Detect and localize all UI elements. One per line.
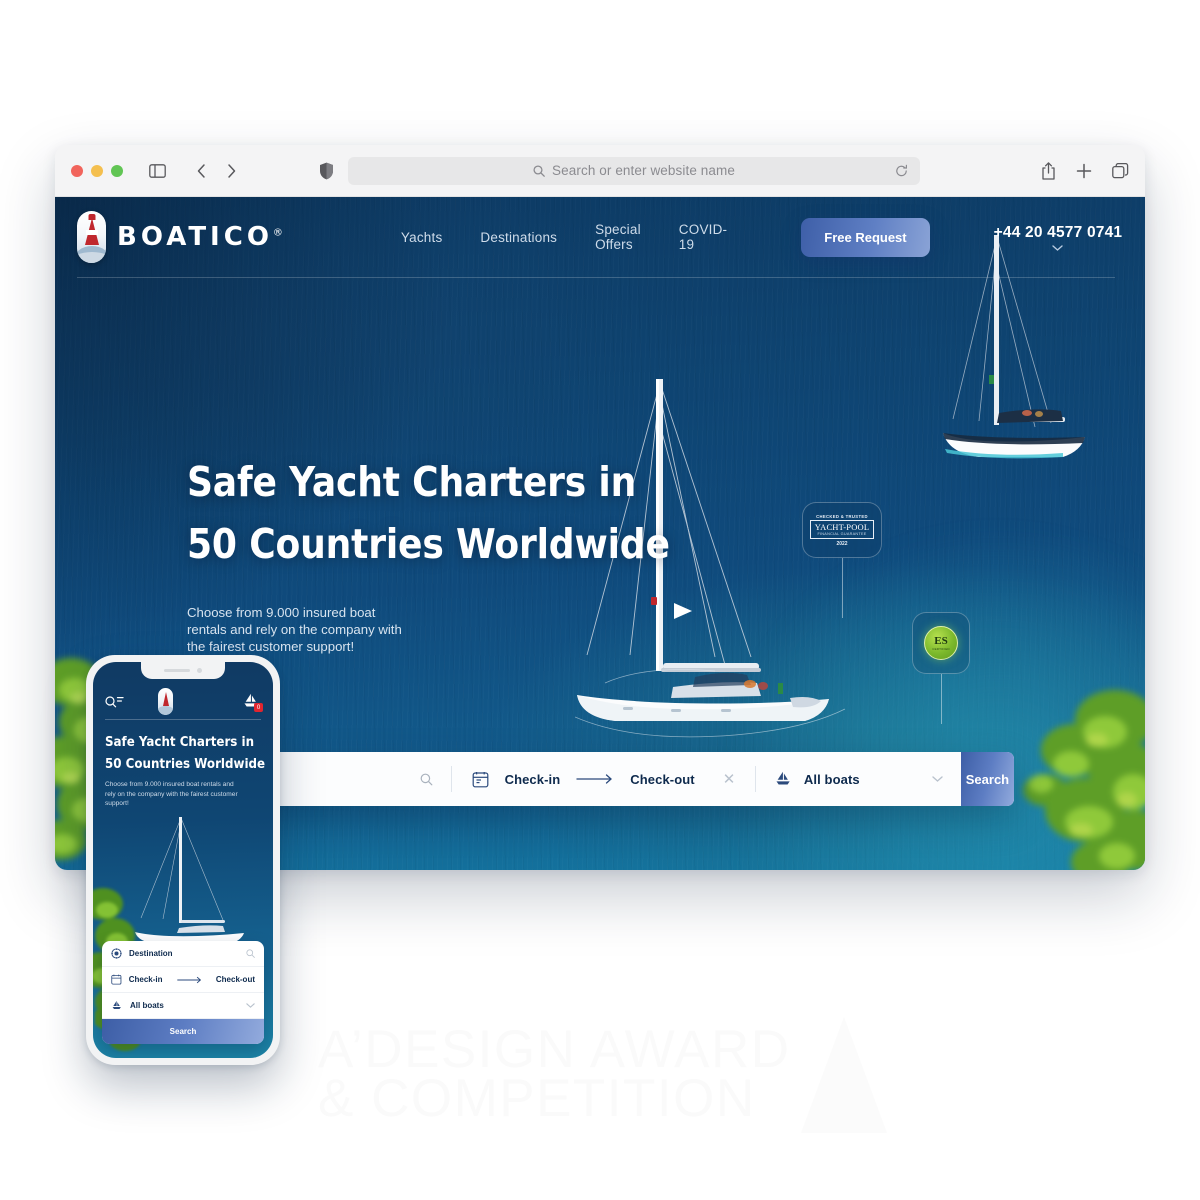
nav-item-destinations[interactable]: Destinations [480,230,557,245]
sailboat-icon-filter [776,771,790,785]
nav-item-special-offers[interactable]: Special Offers [595,222,641,252]
hero-headline-line-2: 50 Countries Worldwide [187,519,670,568]
phone-header-separator [105,719,261,720]
phone-location-icon [111,948,122,959]
search-icon-destination [420,773,433,785]
phone-logo-icon[interactable] [158,687,174,715]
es-certification-badge[interactable]: ES CERTIFIED [912,612,970,674]
phone-subtitle: Choose from 9.000 insured boat rentals a… [105,781,238,808]
adesign-award-watermark: A’DESIGN AWARD & COMPETITION [318,1015,887,1135]
phone-checkin-label: Check-in [128,975,163,984]
boat-type-label: All boats [803,771,860,787]
watermark-line-1: A’DESIGN AWARD [318,1020,791,1080]
phone-cart-count-badge: 0 [253,703,263,712]
phone-headline-line-2: 50 Countries Worldwide [105,756,266,772]
site-logo[interactable]: BOATICO® [77,211,283,263]
dates-field[interactable]: Check-in Check-out ✕ [452,752,756,806]
phone-number-dropdown[interactable]: +44 20 4577 0741 [994,224,1123,251]
yachtpool-badge-top: CHECKED & TRUSTED [816,513,868,519]
phone-screen: 0 Safe Yacht Charters in 50 Countries Wo… [93,662,273,1058]
sidebar-icon[interactable] [143,158,171,184]
hero-search-bar: Destination Check-in Check-out ✕ [186,752,1014,806]
screenshot-root: A’DESIGN AWARD & COMPETITION Search or e… [0,0,1200,1200]
address-bar-placeholder: Search or enter website name [552,163,735,178]
forward-arrow-icon[interactable] [217,158,245,184]
phone-sailboat-filter-icon [112,1000,121,1009]
plus-icon[interactable] [1076,163,1092,179]
watermark-line-2: & COMPETITION [318,1069,756,1128]
yachtpool-badge-year: 2022 [836,540,848,547]
phone-header: 0 [93,684,273,718]
share-icon[interactable] [1041,161,1056,180]
chevron-down-icon-boats [932,776,943,782]
phone-mockup: 0 Safe Yacht Charters in 50 Countries Wo… [86,655,280,1065]
phone-menu-search-icon[interactable] [105,695,124,708]
yachtpool-badge-stem [842,558,843,618]
phone-search-icon [246,949,255,958]
phone-notch [141,662,225,679]
phone-calendar-icon [111,974,122,985]
phone-boat-type-label: All boats [130,1001,164,1010]
yachtpool-badge[interactable]: CHECKED & TRUSTED YACHT-POOL FINANCIAL G… [802,502,882,558]
tabs-icon[interactable] [1112,162,1129,179]
phone-search-button[interactable]: Search [102,1019,264,1044]
brand-name: BOATICO® [117,222,283,252]
phone-headline: Safe Yacht Charters in 50 Countries Worl… [105,732,265,776]
browser-toolbar: Search or enter website name [55,145,1145,197]
boat-type-field[interactable]: All boats [756,752,961,806]
brand-registered-mark: ® [272,227,283,239]
back-arrow-icon[interactable] [187,158,215,184]
nav-item-yachts[interactable]: Yachts [401,230,442,245]
es-badge-stem [941,674,942,724]
clear-dates-icon[interactable]: ✕ [723,770,736,788]
browser-toolbar-right [1013,161,1129,180]
maximize-window-button[interactable] [111,164,123,177]
phone-camera [197,668,202,673]
brand-text: BOATICO [117,222,273,252]
yachtpool-badge-sub: FINANCIAL GUARANTEE [817,532,867,536]
adesign-logo-icon [800,1017,887,1133]
minimize-window-button[interactable] [91,164,103,177]
arrow-right-icon [576,774,614,784]
address-bar[interactable]: Search or enter website name [348,156,920,185]
phone-cart-button[interactable]: 0 [242,692,263,712]
calendar-icon [472,771,488,787]
site-header: BOATICO® Yachts Destinations Special Off… [55,197,1145,277]
phone-headline-line-1: Safe Yacht Charters in [105,735,255,750]
close-window-button[interactable] [71,164,83,177]
shield-icon[interactable] [319,162,334,180]
hero-headline-line-1: Safe Yacht Charters in [187,458,637,506]
es-seal-icon: ES CERTIFIED [924,626,958,660]
phone-checkout-label: Check-out [215,975,255,984]
hero-subtitle: Choose from 9.000 insured boat rentals a… [187,605,402,654]
search-button[interactable]: Search [960,752,1014,806]
phone-destination-field[interactable]: Destination [102,941,264,967]
phone-destination-label: Destination [129,949,173,958]
phone-dates-field[interactable]: Check-in Check-out [102,967,264,993]
phone-arrow-right-icon [176,976,201,983]
free-request-button[interactable]: Free Request [801,217,930,257]
phone-chevron-down-icon [246,1003,255,1008]
main-navigation: Yachts Destinations Special Offers COVID… [401,217,930,257]
phone-boat-type-field[interactable]: All boats [102,993,264,1019]
phone-speaker [164,669,190,672]
phone-search-card: Destination Check-in Check-out All boats… [102,941,264,1044]
es-badge-initials: ES [934,634,948,647]
hero-copy: Safe Yacht Charters in 50 Countries Worl… [187,452,736,656]
yachtpool-badge-name: YACHT-POOL [814,522,870,532]
window-controls[interactable] [71,164,123,177]
lighthouse-logo-icon [77,211,106,263]
checkin-label: Check-in [504,771,561,787]
reload-icon[interactable] [895,164,908,177]
search-icon [533,164,545,177]
watermark-text: A’DESIGN AWARD & COMPETITION [318,1020,791,1128]
nav-item-covid-19[interactable]: COVID-19 [679,222,727,252]
phone-number: +44 20 4577 0741 [993,223,1123,241]
es-badge-caption: CERTIFIED [932,646,950,651]
chevron-down-icon [1052,244,1064,251]
checkout-label: Check-out [630,771,695,787]
